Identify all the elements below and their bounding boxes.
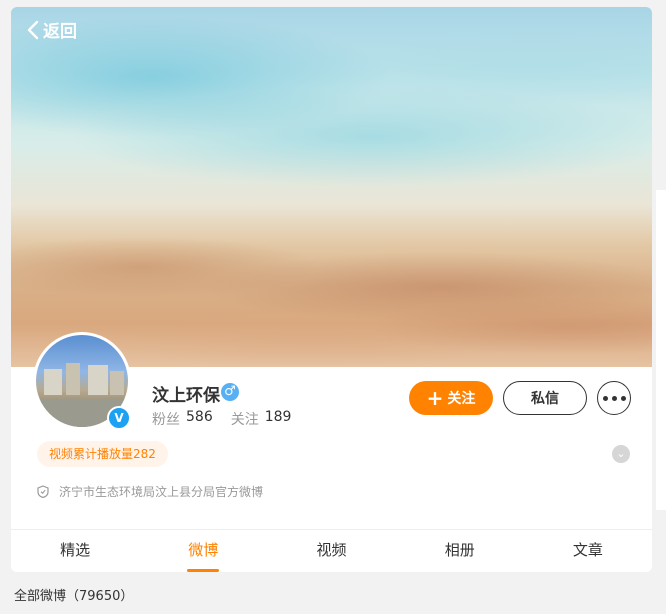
tab-articles[interactable]: 文章 bbox=[524, 530, 652, 572]
message-button[interactable]: 私信 bbox=[503, 381, 587, 415]
adjacent-panel-edge bbox=[656, 190, 666, 510]
tab-album[interactable]: 相册 bbox=[396, 530, 524, 572]
tab-video[interactable]: 视频 bbox=[267, 530, 395, 572]
message-label: 私信 bbox=[531, 391, 559, 407]
description-text: 济宁市生态环境局汶上县分局官方微博 bbox=[59, 485, 264, 499]
tab-weibo[interactable]: 微博 bbox=[139, 530, 267, 572]
fans-label[interactable]: 粉丝 bbox=[152, 409, 180, 429]
tab-featured[interactable]: 精选 bbox=[11, 530, 139, 572]
chevron-down-icon[interactable]: ⌄ bbox=[612, 445, 630, 463]
play-count-badge: 视频累计播放量282 bbox=[37, 441, 168, 467]
follow-button[interactable]: + 关注 bbox=[409, 381, 493, 415]
follow-label: 关注 bbox=[447, 391, 476, 407]
profile-description: 济宁市生态环境局汶上县分局官方微博 bbox=[37, 483, 263, 500]
all-weibo-count: 全部微博（79650） bbox=[14, 589, 134, 604]
chevron-left-icon bbox=[27, 20, 39, 39]
fans-count[interactable]: 586 bbox=[186, 409, 213, 429]
plus-icon: + bbox=[426, 386, 444, 410]
following-count[interactable]: 189 bbox=[265, 409, 292, 429]
profile-tabs: 精选 微博 视频 相册 文章 bbox=[11, 530, 652, 572]
shield-icon bbox=[37, 485, 49, 498]
back-button[interactable]: 返回 bbox=[27, 17, 77, 42]
ellipsis-icon bbox=[601, 395, 628, 401]
cover-image bbox=[11, 7, 652, 367]
profile-card: 返回 V 汶上环保 ♂ 粉丝 586 关注 189 + 关注 私信 视频累计播放… bbox=[11, 7, 652, 572]
verified-icon: V bbox=[107, 406, 131, 430]
back-label: 返回 bbox=[43, 22, 77, 42]
profile-name: 汶上环保 bbox=[152, 386, 220, 406]
more-button[interactable] bbox=[597, 381, 631, 415]
male-gender-icon: ♂ bbox=[221, 383, 239, 401]
profile-stats: 粉丝 586 关注 189 bbox=[152, 409, 309, 429]
following-label[interactable]: 关注 bbox=[231, 409, 259, 429]
right-edge bbox=[656, 0, 666, 614]
